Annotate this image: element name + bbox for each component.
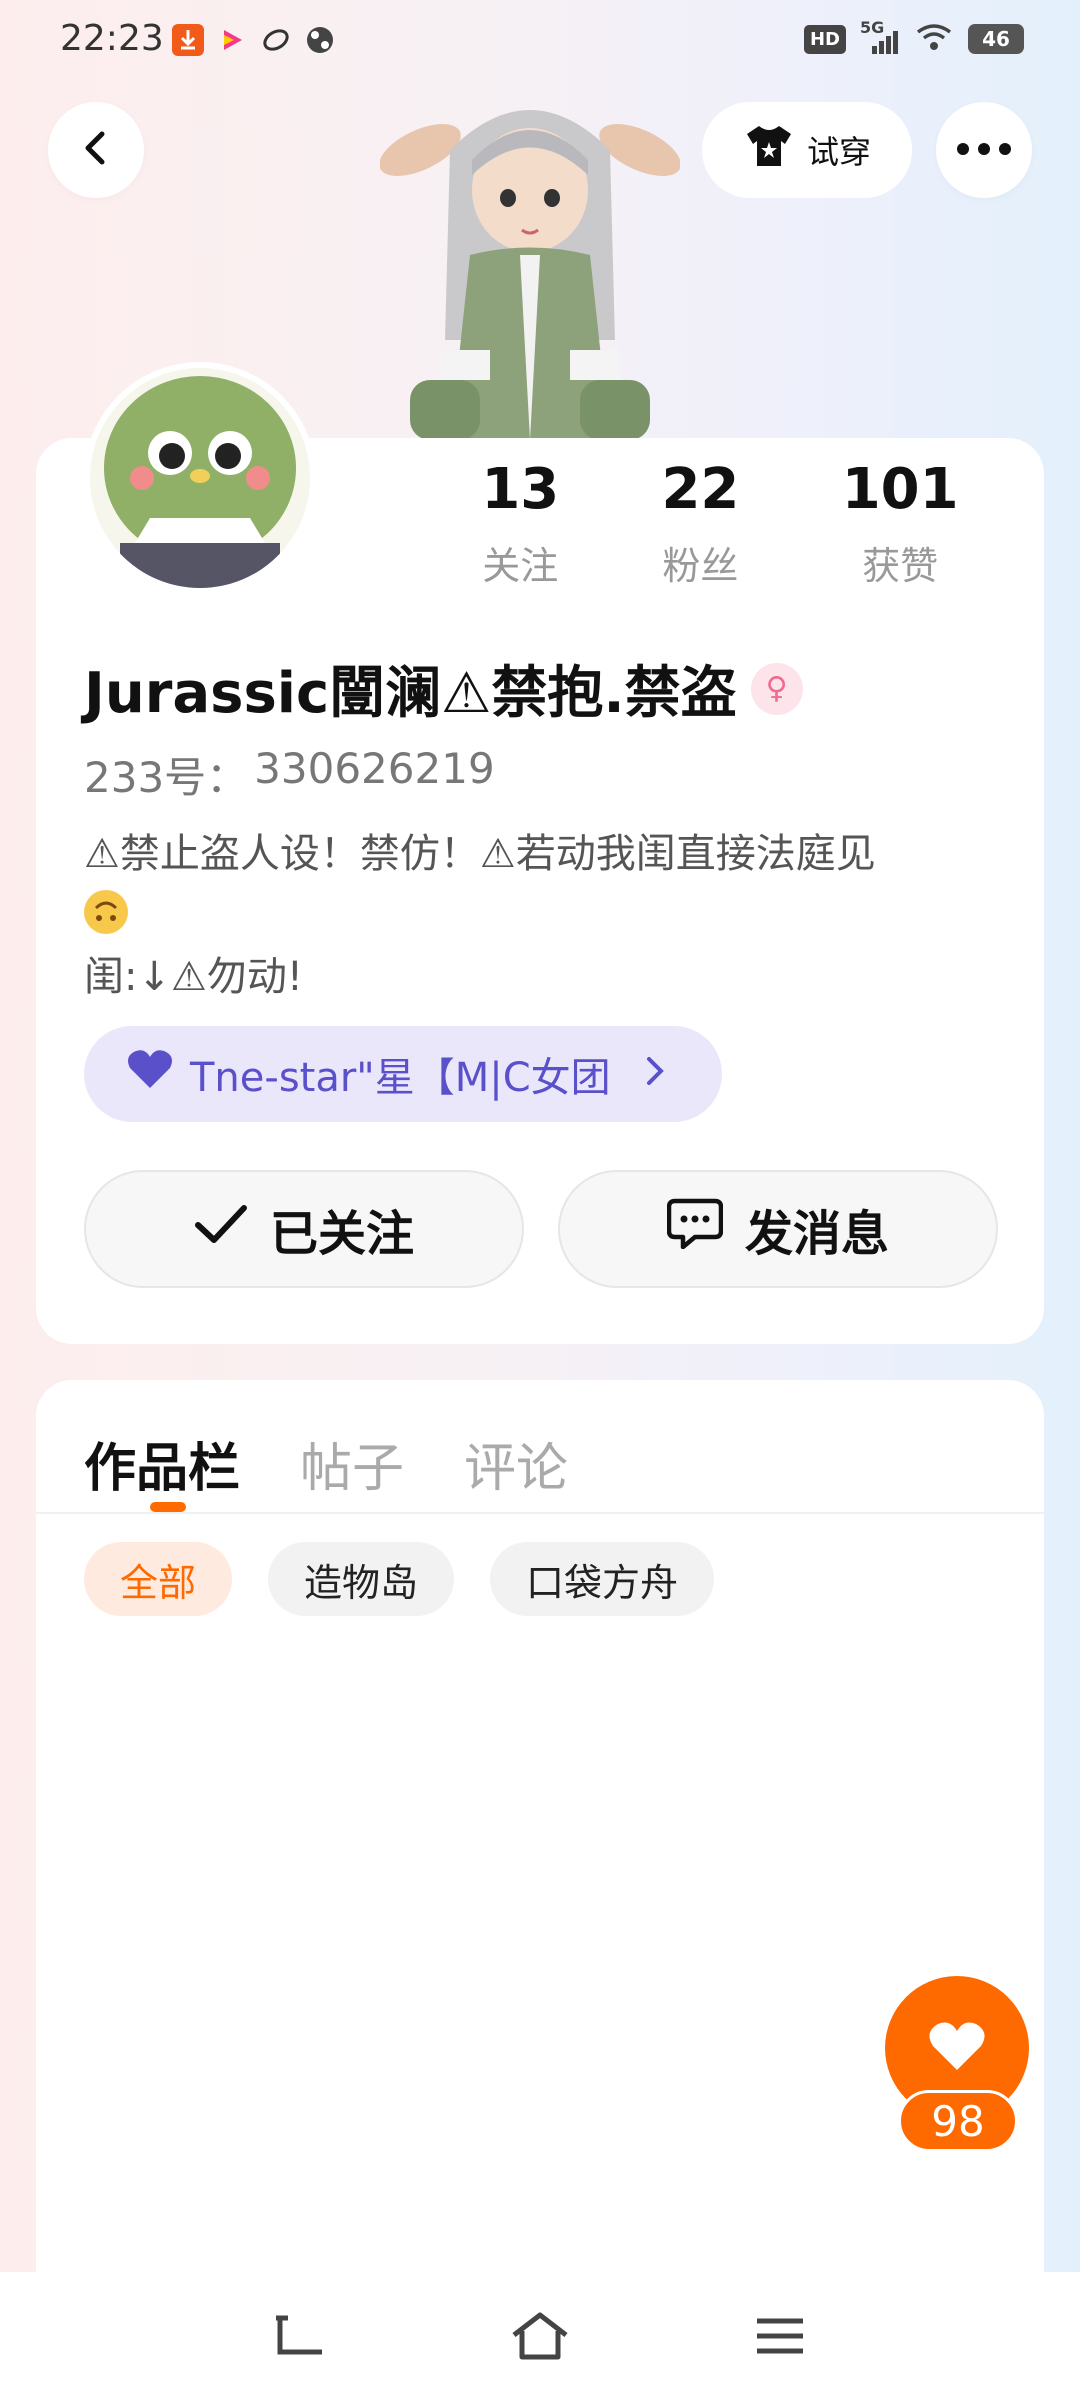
status-bar: 22:23 HD 5G 46	[0, 0, 1080, 80]
group-badge-link[interactable]: Tne-star"星【M|C女团	[84, 1026, 722, 1122]
pinwheel-app-icon	[304, 24, 336, 56]
like-count-badge: 98	[898, 2090, 1018, 2152]
profile-stats: 13 关注 22 粉丝 101 获赞	[440, 455, 1000, 590]
status-indicators: HD 5G 46	[803, 18, 1024, 56]
hd-badge: HD	[803, 24, 846, 54]
chevron-left-icon	[76, 128, 116, 172]
work-filters: 全部 造物岛 口袋方舟	[84, 1542, 715, 1616]
tshirt-icon	[743, 124, 795, 176]
heart-icon	[927, 2020, 987, 2076]
user-avatar[interactable]	[84, 362, 316, 594]
nav-home-button[interactable]	[510, 2308, 570, 2364]
heart-icon	[126, 1048, 174, 1100]
tab-works[interactable]: 作品栏	[84, 1426, 240, 1501]
following-label: 关注	[482, 544, 559, 588]
filter-pocket-ark[interactable]: 口袋方舟	[490, 1542, 715, 1616]
chat-bubble-icon	[666, 1197, 724, 1261]
user-id-label: 233号：	[84, 753, 249, 802]
user-id[interactable]: 233号： 330626219	[84, 744, 495, 805]
likes-stat[interactable]: 101 获赞	[800, 455, 1000, 590]
bio-line-1: ⚠禁止盗人设！禁仿！⚠若动我闺直接法庭见	[84, 831, 876, 877]
followed-label: 已关注	[269, 1206, 414, 1262]
avatar-figure-image	[379, 80, 681, 440]
back-button[interactable]	[48, 102, 144, 198]
filter-all[interactable]: 全部	[84, 1542, 233, 1616]
download-app-icon	[172, 24, 204, 56]
followers-stat[interactable]: 22 粉丝	[601, 455, 801, 590]
status-time: 22:23	[60, 18, 164, 59]
active-tab-indicator	[150, 1502, 186, 1512]
followed-button[interactable]: 已关注	[84, 1170, 524, 1288]
try-on-label: 试穿	[806, 133, 871, 171]
nav-menu-button[interactable]	[750, 2308, 810, 2364]
group-name: Tne-star"星【M|C女团	[190, 1055, 611, 1101]
works-card: 作品栏 帖子 评论 全部 造物岛 口袋方舟	[36, 1380, 1044, 2400]
tab-posts[interactable]: 帖子	[300, 1426, 404, 1501]
username: Jurassic闓澜⚠禁抱.禁盗	[84, 661, 737, 726]
battery-indicator: 46	[968, 24, 1024, 54]
more-dots-icon	[956, 141, 1012, 160]
female-gender-icon: ♀	[750, 662, 803, 715]
send-message-button[interactable]: 发消息	[558, 1170, 998, 1288]
bio: ⚠禁止盗人设！禁仿！⚠若动我闺直接法庭见	[84, 826, 1004, 938]
link-app-icon	[260, 24, 292, 56]
content-tabs: 作品栏 帖子 评论	[84, 1426, 568, 1501]
system-nav-bar	[0, 2272, 1080, 2400]
wifi-icon	[914, 22, 954, 56]
nav-back-button[interactable]	[270, 2308, 330, 2364]
following-count: 13	[481, 457, 560, 522]
bio-line-2: 闺:↓⚠勿动!	[84, 954, 303, 1000]
signal-5g-label: 5G	[860, 18, 885, 37]
tabs-divider	[36, 1512, 1044, 1514]
chevron-right-icon	[645, 1051, 667, 1097]
try-on-button[interactable]: 试穿	[702, 102, 912, 198]
likes-count: 101	[841, 457, 959, 522]
username-row: Jurassic闓澜⚠禁抱.禁盗 ♀	[84, 648, 803, 729]
send-message-label: 发消息	[744, 1206, 889, 1262]
likes-label: 获赞	[862, 544, 939, 588]
following-stat[interactable]: 13 关注	[440, 455, 601, 590]
checkmark-icon	[194, 1201, 248, 1257]
user-id-value: 330626219	[254, 744, 495, 793]
followers-count: 22	[661, 457, 740, 522]
upside-down-face-icon	[84, 890, 128, 934]
followers-label: 粉丝	[662, 544, 739, 588]
video-app-icon	[216, 24, 248, 56]
signal-icon: 5G	[860, 18, 900, 54]
more-options-button[interactable]	[936, 102, 1032, 198]
filter-creation-island[interactable]: 造物岛	[268, 1542, 455, 1616]
tab-comments[interactable]: 评论	[464, 1426, 568, 1501]
